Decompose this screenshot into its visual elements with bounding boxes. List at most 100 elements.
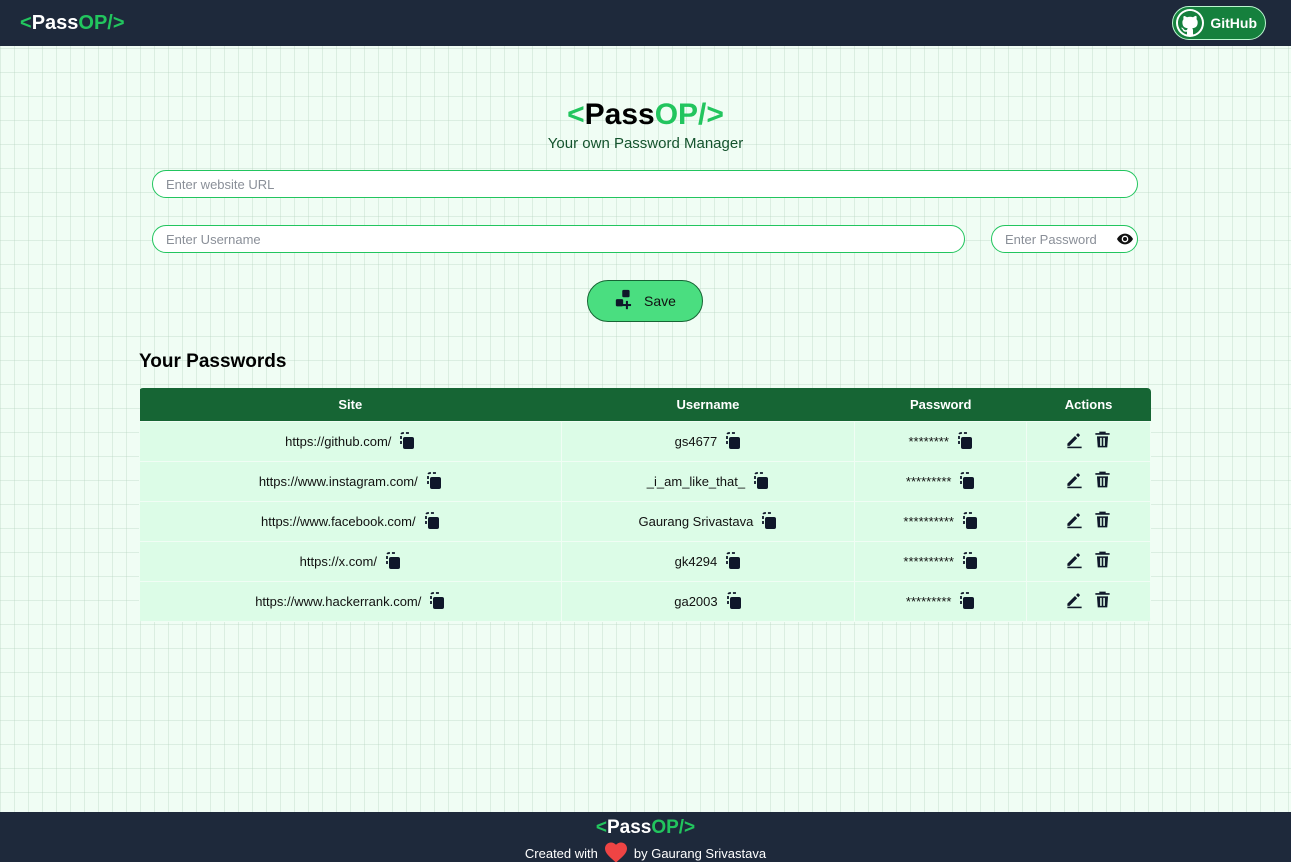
copy-icon[interactable] (761, 512, 777, 530)
edit-icon[interactable] (1065, 590, 1084, 609)
password-cell: ********** (854, 540, 1028, 582)
username-text: ga2003 (674, 593, 718, 609)
site-link[interactable]: https://www.instagram.com/ (259, 474, 418, 489)
password-cell: ********* (854, 460, 1028, 502)
copy-icon[interactable] (959, 592, 975, 610)
copy-icon[interactable] (426, 472, 442, 490)
logo-op: OP/> (78, 11, 125, 34)
password-masked-text: ********* (905, 473, 952, 489)
column-header-username: Username (561, 388, 855, 421)
column-header-password: Password (854, 388, 1027, 421)
username-cell: Gaurang Srivastava (560, 500, 856, 542)
page-tagline: Your own Password Manager (547, 135, 744, 152)
password-field (991, 225, 1138, 253)
logo-pass: Pass (31, 11, 79, 34)
copy-icon[interactable] (962, 552, 978, 570)
actions-cell (1026, 420, 1151, 462)
site-cell: https://github.com/ (139, 420, 562, 462)
username-input[interactable] (152, 225, 965, 253)
save-add-icon (614, 289, 636, 314)
site-link[interactable]: https://github.com/ (285, 434, 391, 449)
copy-icon[interactable] (753, 472, 769, 490)
copy-icon[interactable] (385, 552, 401, 570)
author-text: by Gaurang Srivastava (633, 846, 767, 861)
username-text: Gaurang Srivastava (638, 513, 754, 529)
copy-icon[interactable] (962, 512, 978, 530)
column-header-actions: Actions (1026, 388, 1151, 421)
copy-icon[interactable] (725, 552, 741, 570)
password-masked-text: ********** (903, 553, 954, 569)
username-cell: gs4677 (560, 420, 856, 462)
copy-icon[interactable] (726, 592, 742, 610)
edit-icon[interactable] (1065, 510, 1084, 529)
delete-icon[interactable] (1093, 430, 1112, 449)
delete-icon[interactable] (1093, 550, 1112, 569)
github-button[interactable]: GitHub (1172, 6, 1266, 40)
site-cell: https://www.instagram.com/ (139, 460, 562, 502)
site-cell: https://www.hackerrank.com/ (139, 580, 562, 622)
site-cell: https://x.com/ (139, 540, 562, 582)
logo-op: OP/> (651, 817, 696, 838)
edit-icon[interactable] (1065, 470, 1084, 489)
navbar: <PassOP/> GitHub (0, 0, 1291, 46)
copy-icon[interactable] (957, 432, 973, 450)
heart-icon (604, 841, 628, 862)
password-masked-text: ********* (905, 593, 952, 609)
delete-icon[interactable] (1093, 590, 1112, 609)
logo-bracket-open: < (20, 11, 32, 34)
username-cell: _i_am_like_that_ (560, 460, 856, 502)
eye-icon[interactable] (1116, 231, 1134, 247)
actions-cell (1026, 460, 1151, 502)
edit-icon[interactable] (1065, 430, 1084, 449)
copy-icon[interactable] (725, 432, 741, 450)
username-text: gk4294 (674, 553, 718, 569)
copy-icon[interactable] (399, 432, 415, 450)
password-masked-text: ******** (908, 433, 949, 449)
passwords-table: Site Username Password Actions https://g… (139, 388, 1151, 622)
edit-icon[interactable] (1065, 550, 1084, 569)
footer: <PassOP/> Created with by Gaurang Srivas… (0, 812, 1291, 862)
column-header-site: Site (139, 388, 562, 421)
site-link[interactable]: https://www.facebook.com/ (261, 514, 416, 529)
navbar-logo[interactable]: <PassOP/> (20, 12, 125, 35)
username-text: gs4677 (674, 433, 718, 449)
copy-icon[interactable] (424, 512, 440, 530)
passwords-title: Your Passwords (139, 351, 287, 372)
password-cell: ******** (854, 420, 1028, 462)
footer-credit: Created with by Gaurang Srivastava (0, 841, 1291, 862)
site-link[interactable]: https://www.hackerrank.com/ (255, 594, 421, 609)
save-button[interactable]: Save (587, 280, 703, 322)
logo-bracket-open: < (567, 98, 585, 131)
password-masked-text: ********** (903, 513, 954, 529)
footer-logo: <PassOP/> (0, 812, 1291, 839)
copy-icon[interactable] (429, 592, 445, 610)
actions-cell (1026, 580, 1151, 622)
actions-cell (1026, 540, 1151, 582)
username-cell: gk4294 (560, 540, 856, 582)
logo-bracket-open: < (595, 817, 607, 838)
delete-icon[interactable] (1093, 510, 1112, 529)
github-label: GitHub (1210, 15, 1257, 31)
website-url-input[interactable] (152, 170, 1138, 198)
logo-op: OP/> (654, 98, 724, 131)
password-cell: ********* (854, 580, 1028, 622)
username-cell: ga2003 (560, 580, 856, 622)
save-label: Save (644, 293, 676, 309)
table-row: https://www.facebook.com/Gaurang Srivast… (139, 500, 1151, 542)
created-with-text: Created with (524, 846, 598, 861)
actions-cell (1026, 500, 1151, 542)
table-row: https://www.hackerrank.com/ga2003 *******… (139, 580, 1151, 622)
site-link[interactable]: https://x.com/ (300, 554, 377, 569)
table-row: https://x.com/gk4294 ********** (139, 540, 1151, 582)
logo-pass: Pass (584, 98, 655, 131)
password-cell: ********** (854, 500, 1028, 542)
table-row: https://github.com/gs4677 ******** (139, 420, 1151, 462)
delete-icon[interactable] (1093, 470, 1112, 489)
page-logo: <PassOP/> (0, 98, 1291, 132)
table-header-row: Site Username Password Actions (139, 388, 1151, 421)
github-icon (1176, 9, 1205, 37)
copy-icon[interactable] (959, 472, 975, 490)
table-row: https://www.instagram.com/ _i_am_like_tha… (139, 460, 1151, 502)
logo-pass: Pass (606, 817, 652, 838)
site-cell: https://www.facebook.com/ (139, 500, 562, 542)
